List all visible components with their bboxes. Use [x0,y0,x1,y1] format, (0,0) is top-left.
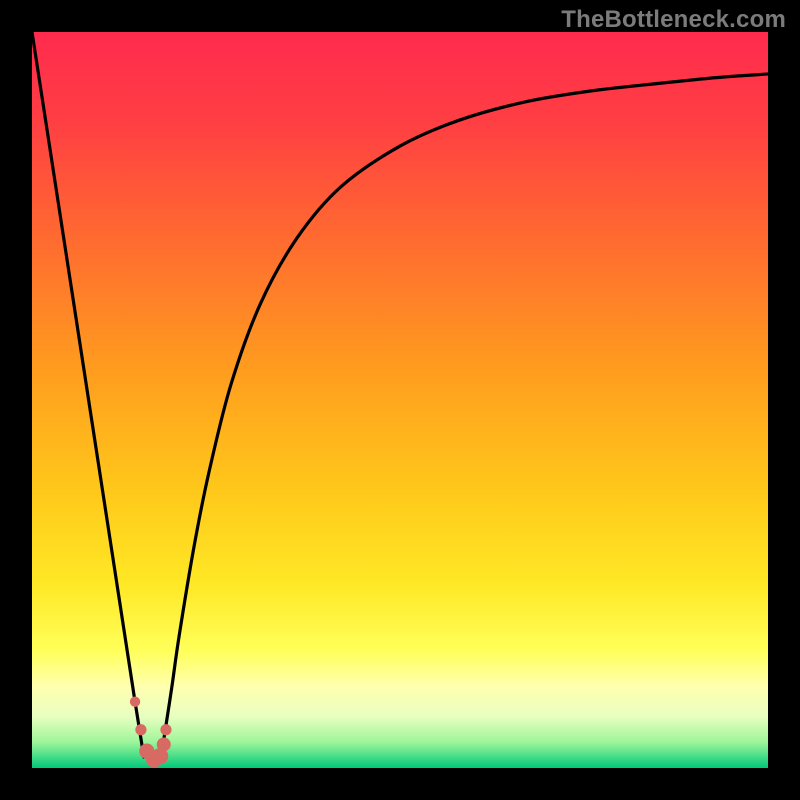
plot-area [32,32,768,768]
valley-marker [135,724,146,735]
valley-marker [160,724,171,735]
valley-marker [130,697,140,707]
watermark-text: TheBottleneck.com [561,6,786,34]
chart-svg [32,32,768,768]
chart-frame: TheBottleneck.com [0,0,800,800]
gradient-background [32,32,768,768]
valley-marker [157,737,171,751]
